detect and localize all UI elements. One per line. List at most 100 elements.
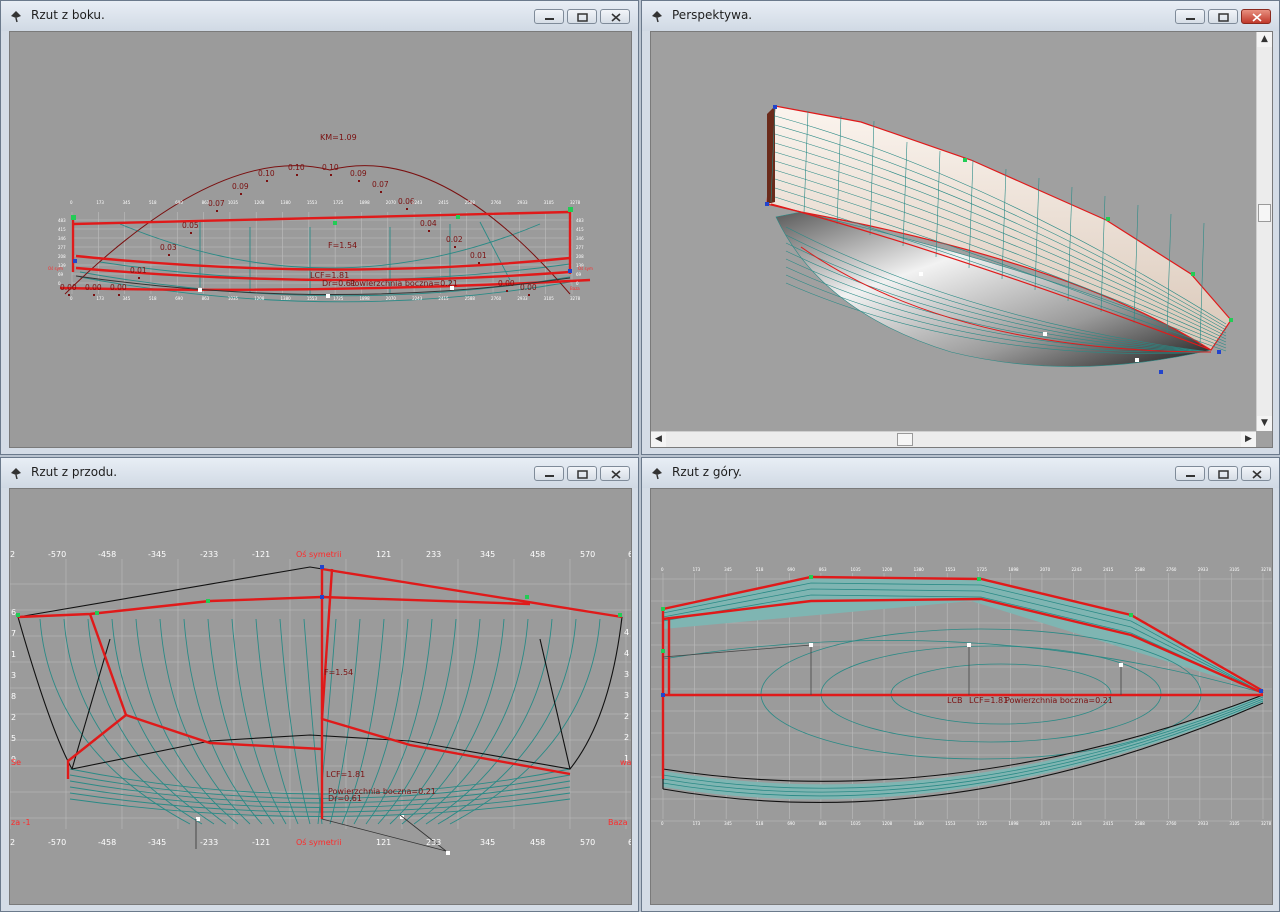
curve-point <box>428 230 430 232</box>
curve-value-label: 0.10 <box>258 169 275 178</box>
minimize-button[interactable] <box>1175 466 1205 481</box>
minimize-button[interactable] <box>1175 9 1205 24</box>
maximize-button[interactable] <box>1208 9 1238 24</box>
front-view-titlebar[interactable]: Rzut z przodu. <box>1 458 638 488</box>
maximize-button[interactable] <box>1208 466 1238 481</box>
front-left-axis-b: za -1 <box>11 818 31 827</box>
close-icon <box>1252 470 1262 479</box>
perspective-canvas[interactable]: ▲ ▼ ◀ ▶ <box>650 31 1273 448</box>
front-top-tick: 345 <box>480 550 495 559</box>
curve-point <box>330 174 332 176</box>
close-button[interactable] <box>1241 466 1271 481</box>
minimize-button[interactable] <box>534 466 564 481</box>
curve-point <box>380 191 382 193</box>
top-view-bottom-tick: 2243 <box>1072 821 1083 826</box>
close-icon <box>611 13 621 22</box>
top-view-bottom-tick: 518 <box>756 821 764 826</box>
side-left-axis-label: Oś sym <box>48 266 63 271</box>
front-left-tick: 6 <box>11 608 16 617</box>
front-view-title: Rzut z przodu. <box>31 465 118 479</box>
scroll-left-button[interactable]: ◀ <box>651 432 666 447</box>
close-button[interactable] <box>600 466 630 481</box>
side-bottom-tick: 1898 <box>359 296 370 301</box>
front-right-tick: 3 <box>624 670 629 679</box>
scroll-right-button[interactable]: ▶ <box>1241 432 1256 447</box>
front-right-tick: 3 <box>624 691 629 700</box>
front-right-tick: 4 <box>624 649 629 658</box>
side-top-tick: 863 <box>202 200 210 205</box>
side-bottom-tick: 1725 <box>333 296 344 301</box>
curve-value-label: 0.10 <box>288 163 305 172</box>
top-view-bottom-tick: 3278 <box>1261 821 1272 826</box>
front-view-canvas[interactable]: F=1.54 LCF=1.81 Powierzchnia boczna=0.21… <box>9 488 632 905</box>
side-view-titlebar[interactable]: Rzut z boku. <box>1 1 638 31</box>
top-view-top-tick: 1208 <box>882 567 893 572</box>
side-top-tick: 2070 <box>386 200 397 205</box>
top-view-bottom-tick: 2588 <box>1135 821 1146 826</box>
minimize-icon <box>545 475 554 477</box>
maximize-button[interactable] <box>567 466 597 481</box>
curve-value-label: 0.01 <box>130 266 147 275</box>
curve-point <box>168 254 170 256</box>
top-view-top-tick: 1553 <box>945 567 956 572</box>
curve-value-label: 0.00 <box>110 283 127 292</box>
side-right-tick: 346 <box>576 236 584 241</box>
top-view-bottom-tick: 2070 <box>1040 821 1051 826</box>
side-view-canvas[interactable]: KM=1.09 F=1.54 LCF=1.81 Dr=0.61 Powierzc… <box>9 31 632 448</box>
side-bottom-tick: 518 <box>149 296 157 301</box>
front-bottom-tick: 345 <box>480 838 495 847</box>
curve-point <box>358 180 360 182</box>
side-top-tick: 1208 <box>254 200 265 205</box>
front-bottom-tick: -458 <box>98 838 116 847</box>
side-baza-label: Baza <box>570 286 580 291</box>
side-bottom-tick: 1035 <box>228 296 239 301</box>
perspective-title: Perspektywa. <box>672 8 753 22</box>
side-right-axis-label: Oś sym <box>578 266 593 271</box>
side-bottom-tick: 1208 <box>254 296 265 301</box>
top-view-titlebar[interactable]: Rzut z góry. <box>642 458 1279 488</box>
side-top-tick: 2933 <box>517 200 528 205</box>
scroll-down-button[interactable]: ▼ <box>1257 416 1272 431</box>
side-bottom-tick: 2070 <box>386 296 397 301</box>
perspective-titlebar[interactable]: Perspektywa. <box>642 1 1279 31</box>
side-bottom-tick: 2243 <box>412 296 423 301</box>
lcb-label: LCB <box>947 696 963 705</box>
top-view-title: Rzut z góry. <box>672 465 742 479</box>
maximize-icon <box>1218 13 1229 22</box>
vertical-scroll-thumb[interactable] <box>1258 204 1271 222</box>
side-top-tick: 1898 <box>359 200 370 205</box>
minimize-button[interactable] <box>534 9 564 24</box>
side-left-tick: 346 <box>58 236 66 241</box>
curve-value-label: 0.05 <box>182 221 199 230</box>
perspective-window: Perspektywa. ▲ ▼ ◀ ▶ <box>641 0 1280 455</box>
curve-value-label: 0.03 <box>160 243 177 252</box>
front-right-tick: 4 <box>624 628 629 637</box>
front-left-tick: 3 <box>11 671 16 680</box>
maximize-icon <box>577 13 588 22</box>
top-view-bottom-tick: 1898 <box>1008 821 1019 826</box>
front-bottom-tick: -233 <box>200 838 218 847</box>
front-view-window: Rzut z przodu. F=1.54 LCF=1.81 Powierzch… <box>0 457 639 912</box>
horizontal-scroll-thumb[interactable] <box>897 433 913 446</box>
close-button[interactable] <box>600 9 630 24</box>
front-top-tick: 6 <box>628 550 631 559</box>
maximize-button[interactable] <box>567 9 597 24</box>
scroll-up-button[interactable]: ▲ <box>1257 32 1272 47</box>
side-top-tick: 0 <box>70 200 73 205</box>
side-bottom-tick: 0 <box>70 296 73 301</box>
top-view-top-tick: 2243 <box>1072 567 1083 572</box>
side-bottom-tick: 1380 <box>281 296 292 301</box>
top-view-canvas[interactable]: LCB LCF=1.81 Powierzchnia boczna=0.21 0 1… <box>650 488 1273 905</box>
horizontal-scrollbar[interactable]: ◀ ▶ <box>651 431 1256 447</box>
side-top-tick: 2760 <box>491 200 502 205</box>
curve-value-label: 0.10 <box>322 163 339 172</box>
vertical-scrollbar[interactable]: ▲ ▼ <box>1256 32 1272 431</box>
front-bottom-tick: 458 <box>530 838 545 847</box>
side-top-tick: 518 <box>149 200 157 205</box>
curve-value-label: 0.00 <box>498 279 515 288</box>
front-left-tick: 7 <box>11 629 16 638</box>
side-bottom-tick: 863 <box>202 296 210 301</box>
close-button[interactable] <box>1241 9 1271 24</box>
front-left-tick: 2 <box>11 713 16 722</box>
top-view-bottom-tick: 1208 <box>882 821 893 826</box>
